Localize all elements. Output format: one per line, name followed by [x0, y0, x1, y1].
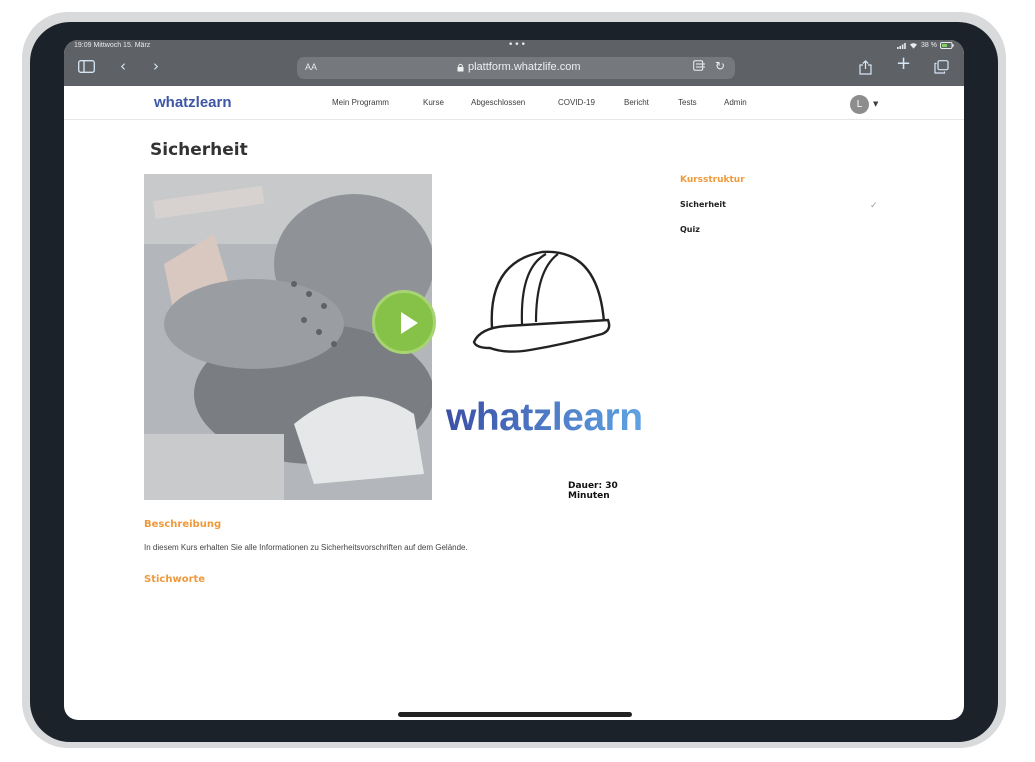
multitask-dots-icon[interactable]: •••	[508, 40, 527, 50]
back-icon[interactable]: ‹	[120, 58, 126, 74]
sidebar-icon[interactable]	[78, 60, 95, 76]
description-heading: Beschreibung	[144, 519, 222, 530]
battery-icon	[940, 42, 954, 49]
url-display[interactable]: plattform.whatzlife.com	[457, 61, 580, 73]
tabs-icon[interactable]	[934, 60, 949, 77]
home-indicator[interactable]	[398, 712, 632, 717]
hard-hat-icon	[470, 244, 616, 360]
status-time: 19:09	[74, 42, 92, 49]
avatar[interactable]: L	[850, 95, 869, 114]
nav-mein-programm[interactable]: Mein Programm	[332, 98, 389, 107]
course-brand-logo: whatzlearn	[446, 396, 643, 439]
address-bar[interactable]: AA plattform.whatzlife.com ↻	[297, 57, 735, 79]
course-duration: Dauer: 30 Minuten	[568, 481, 618, 501]
nav-covid-19[interactable]: COVID-19	[558, 98, 595, 107]
nav-abgeschlossen[interactable]: Abgeschlossen	[471, 98, 525, 107]
url-text: plattform.whatzlife.com	[468, 61, 581, 73]
nav-bericht[interactable]: Bericht	[624, 98, 649, 107]
lock-icon	[457, 63, 464, 71]
battery-percent: 38 %	[921, 42, 937, 49]
text-size-button[interactable]: AA	[305, 62, 317, 72]
structure-item-sicherheit[interactable]: Sicherheit	[680, 200, 726, 209]
reader-icon[interactable]	[693, 60, 706, 74]
status-time-date: 19:09 Mittwoch 15. März	[74, 42, 150, 49]
structure-item-quiz[interactable]: Quiz	[680, 225, 700, 234]
course-structure-heading: Kursstruktur	[680, 175, 745, 185]
play-button[interactable]	[372, 290, 436, 354]
course-video[interactable]: whatzlearn Dauer: 30 Minuten	[144, 174, 656, 501]
reload-icon[interactable]: ↻	[715, 59, 725, 73]
plus-icon[interactable]: +	[896, 55, 911, 73]
status-indicators: 38 %	[897, 42, 954, 49]
wifi-icon	[910, 43, 918, 49]
page-title: Sicherheit	[150, 140, 248, 160]
brand-logo[interactable]: whatzlearn	[154, 94, 232, 111]
browser-toolbar: 19:09 Mittwoch 15. März ••• 38 % ‹ › AA …	[64, 40, 964, 86]
signal-icon	[897, 42, 906, 49]
forward-icon[interactable]: ›	[153, 58, 159, 74]
keywords-heading: Stichworte	[144, 574, 206, 585]
site-navbar: whatzlearn Mein Programm Kurse Abgeschlo…	[64, 86, 964, 120]
check-icon: ✓	[870, 201, 878, 211]
chevron-down-icon[interactable]: ▼	[873, 100, 878, 108]
nav-admin[interactable]: Admin	[724, 98, 747, 107]
status-date: Mittwoch 15. März	[93, 42, 151, 49]
nav-kurse[interactable]: Kurse	[423, 98, 444, 107]
play-icon	[401, 312, 418, 334]
nav-tests[interactable]: Tests	[678, 98, 697, 107]
description-text: In diesem Kurs erhalten Sie alle Informa…	[144, 543, 468, 552]
screen: 19:09 Mittwoch 15. März ••• 38 % ‹ › AA …	[64, 40, 964, 720]
share-icon[interactable]	[859, 60, 872, 78]
